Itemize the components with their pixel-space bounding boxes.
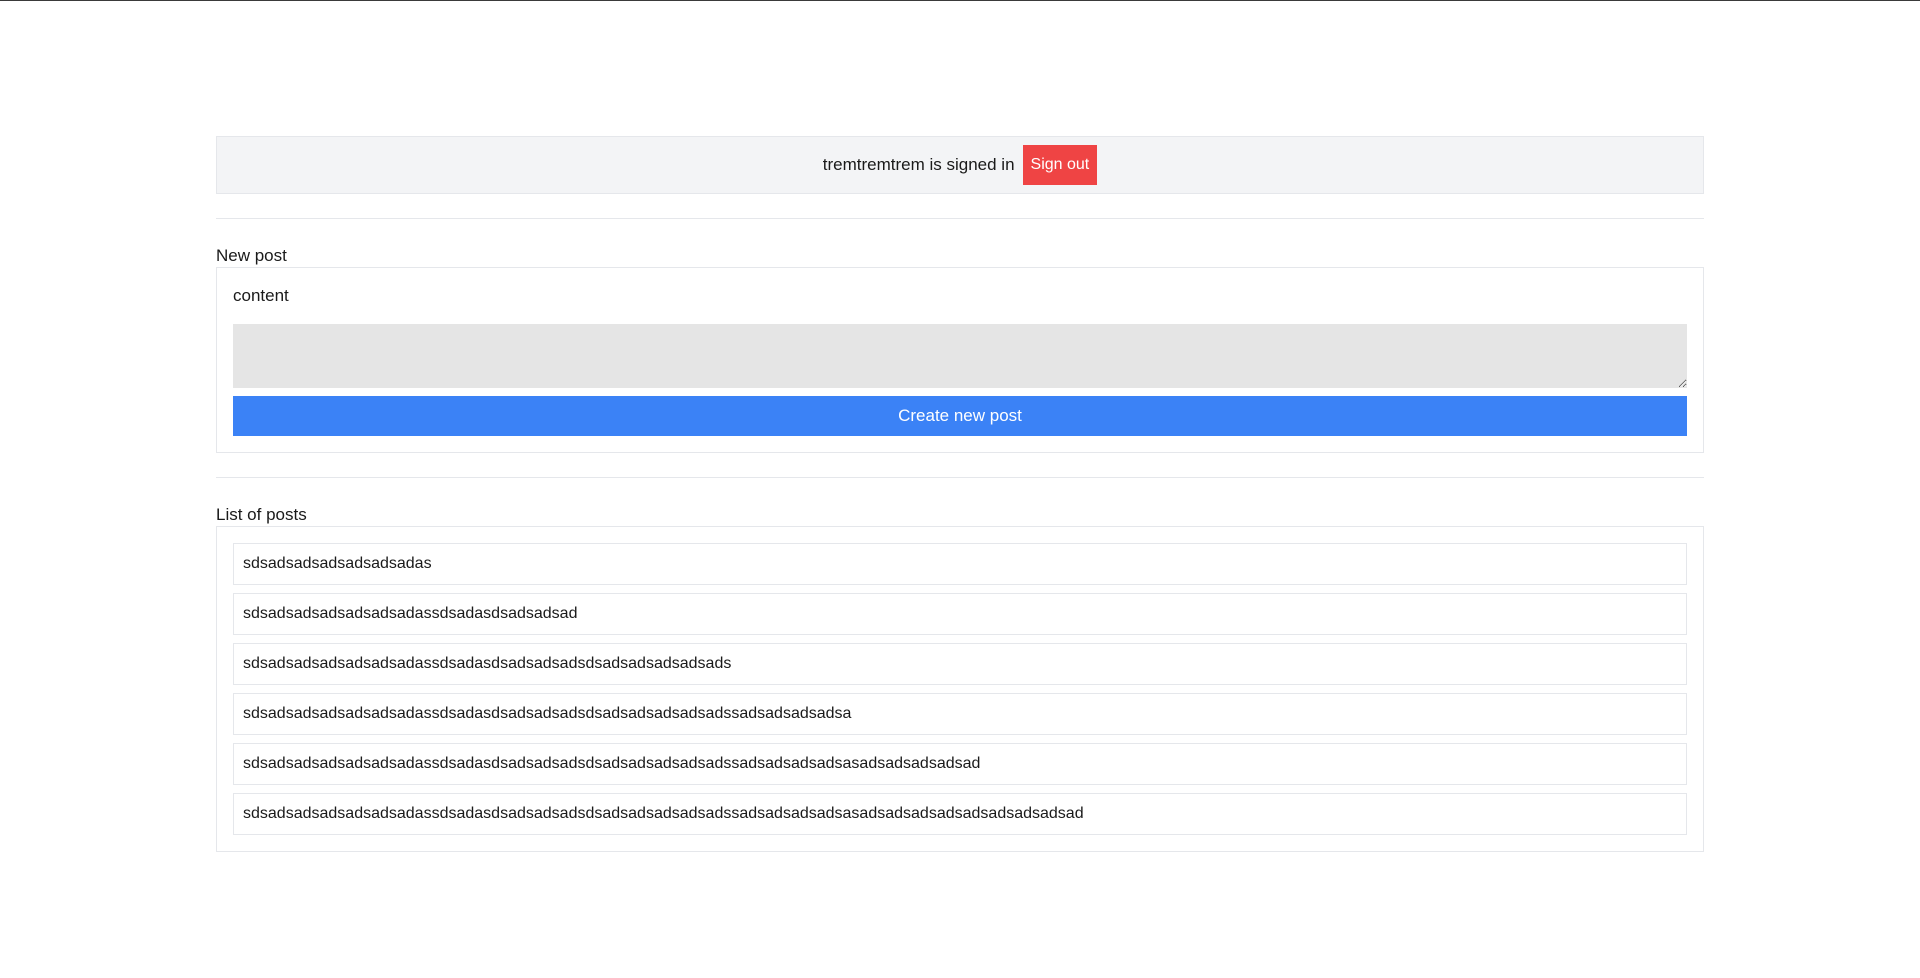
signed-in-text: tremtremtrem is signed in — [822, 155, 1015, 174]
section-divider — [216, 477, 1704, 478]
post-item: sdsadsadsadsadsadsadassdsadasdsadsadsads… — [233, 693, 1687, 735]
posts-list: sdsadsadsadsadsadsadas sdsadsadsadsadsad… — [216, 526, 1704, 852]
post-item: sdsadsadsadsadsadsadassdsadasdsadsadsads… — [233, 743, 1687, 785]
post-item: sdsadsadsadsadsadsadassdsadasdsadsadsads… — [233, 643, 1687, 685]
auth-status-bar: tremtremtrem is signed in Sign out — [216, 136, 1704, 194]
list-of-posts-heading: List of posts — [216, 505, 307, 524]
create-new-post-button[interactable]: Create new post — [233, 396, 1687, 436]
post-item: sdsadsadsadsadsadsadas — [233, 543, 1687, 585]
post-item: sdsadsadsadsadsadsadassdsadasdsadsadsads… — [233, 793, 1687, 835]
post-item: sdsadsadsadsadsadsadassdsadasdsadsadsad — [233, 593, 1687, 635]
new-post-form: content Create new post — [216, 267, 1704, 453]
top-border-line — [0, 0, 1920, 1]
sign-out-button[interactable]: Sign out — [1022, 145, 1098, 185]
new-post-heading: New post — [216, 246, 287, 265]
main-container: tremtremtrem is signed in Sign out New p… — [216, 136, 1704, 852]
content-textarea[interactable] — [233, 324, 1687, 388]
section-divider — [216, 218, 1704, 219]
content-label: content — [233, 286, 289, 305]
